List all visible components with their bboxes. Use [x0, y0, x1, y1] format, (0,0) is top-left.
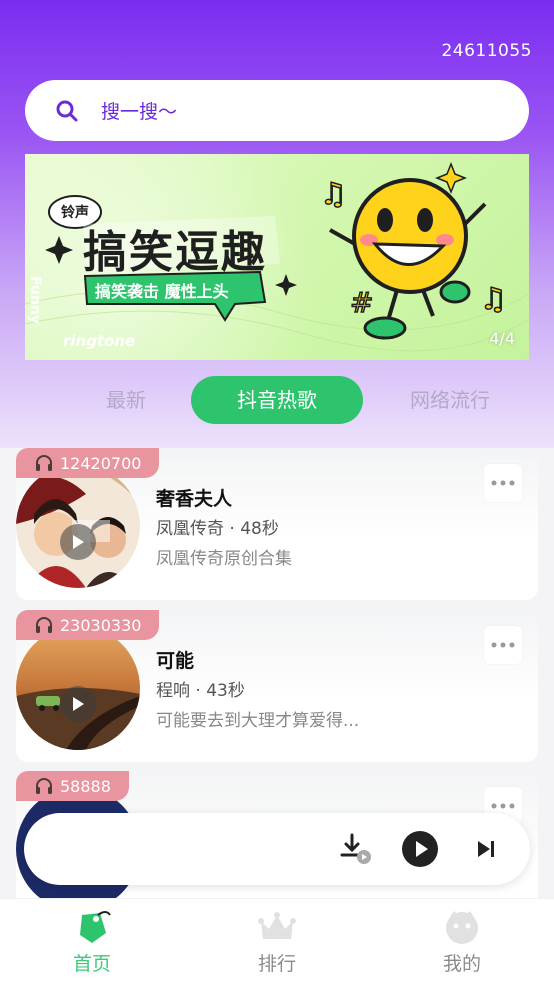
- next-button[interactable]: [464, 827, 508, 871]
- bottom-navigation: 首页 排行 我的: [0, 898, 554, 984]
- song-card[interactable]: 23030330 可能 程响 · 43秒 可能要去到大理才算爱得...: [16, 610, 538, 762]
- song-artist: 凤凰传奇: [156, 519, 224, 539]
- play-count-badge: 58888: [16, 771, 129, 801]
- song-meta: 程响 · 43秒: [156, 676, 245, 701]
- headphones-icon: [36, 778, 52, 794]
- album-cover[interactable]: [16, 626, 140, 750]
- download-icon: [340, 833, 371, 864]
- song-card[interactable]: 12420700 奢香夫人 凤凰传奇 · 48秒 凤凰传奇原创合集: [16, 448, 538, 600]
- more-options-button[interactable]: [484, 626, 522, 664]
- play-count: 23030330: [60, 615, 142, 635]
- song-duration: 43秒: [206, 681, 245, 701]
- play-pause-button[interactable]: [398, 827, 442, 871]
- cover-play-button[interactable]: [60, 524, 96, 560]
- cover-play-button[interactable]: [60, 686, 96, 722]
- meta-separator: ·: [195, 681, 207, 701]
- search-bar[interactable]: 搜一搜～: [25, 80, 529, 141]
- svg-text:♫: ♫: [480, 282, 507, 317]
- mini-player[interactable]: [24, 813, 530, 885]
- play-count: 58888: [60, 776, 111, 796]
- face-icon: [446, 911, 478, 944]
- banner-side-text: Funny: [26, 276, 43, 324]
- tab-internet-popular[interactable]: 网络流行: [390, 376, 510, 424]
- search-placeholder: 搜一搜～: [101, 101, 178, 123]
- svg-text:#: #: [350, 286, 373, 319]
- play-icon: [73, 697, 84, 711]
- play-count-badge: 12420700: [16, 448, 160, 478]
- song-description: 可能要去到大理才算爱得...: [156, 711, 360, 731]
- nav-mine-label: 我的: [442, 953, 481, 975]
- song-title: 奢香夫人: [156, 488, 233, 510]
- nav-ranking[interactable]: 排行: [217, 909, 337, 976]
- banner-bottom-text: ringtone: [63, 332, 136, 350]
- banner-counter: 4/4: [489, 329, 515, 348]
- nav-ranking-label: 排行: [257, 953, 296, 975]
- banner-title: 搞笑逗趣: [83, 227, 267, 278]
- user-id: 24611055: [441, 41, 532, 61]
- search-icon: [56, 100, 78, 121]
- nav-home[interactable]: 首页: [32, 909, 152, 976]
- play-count-badge: 23030330: [16, 610, 160, 640]
- song-artist: 程响: [156, 681, 190, 701]
- category-tabs: 最新 抖音热歌 网络流行: [0, 376, 554, 424]
- more-icon: [491, 803, 515, 809]
- headphones-icon: [36, 617, 52, 633]
- tab-douyin-hot[interactable]: 抖音热歌: [191, 376, 363, 424]
- crown-icon: [258, 912, 296, 939]
- song-duration: 48秒: [240, 519, 279, 539]
- album-cover[interactable]: [16, 464, 140, 588]
- nav-mine[interactable]: 我的: [402, 909, 522, 976]
- banner-subtitle: 搞笑袭击 魔性上头: [95, 282, 229, 301]
- play-count: 12420700: [60, 453, 142, 473]
- download-button[interactable]: [334, 827, 378, 871]
- headphones-icon: [36, 455, 52, 471]
- more-icon: [491, 642, 515, 648]
- tab-latest[interactable]: 最新: [66, 376, 186, 424]
- promo-banner[interactable]: ♫ ♫ # 铃声 搞笑逗趣 搞笑袭击 魔性上头 Funny ringtone 4…: [25, 154, 529, 360]
- song-title: 可能: [156, 650, 195, 672]
- next-icon: [478, 841, 494, 857]
- play-circle-icon: [402, 831, 438, 867]
- song-description: 凤凰传奇原创合集: [156, 549, 292, 569]
- play-icon: [73, 535, 84, 549]
- svg-text:♫: ♫: [320, 177, 347, 212]
- more-options-button[interactable]: [484, 464, 522, 502]
- tag-icon: [80, 911, 111, 943]
- more-icon: [491, 480, 515, 486]
- song-meta: 凤凰传奇 · 48秒: [156, 514, 279, 539]
- nav-home-label: 首页: [72, 953, 111, 975]
- meta-separator: ·: [229, 519, 241, 539]
